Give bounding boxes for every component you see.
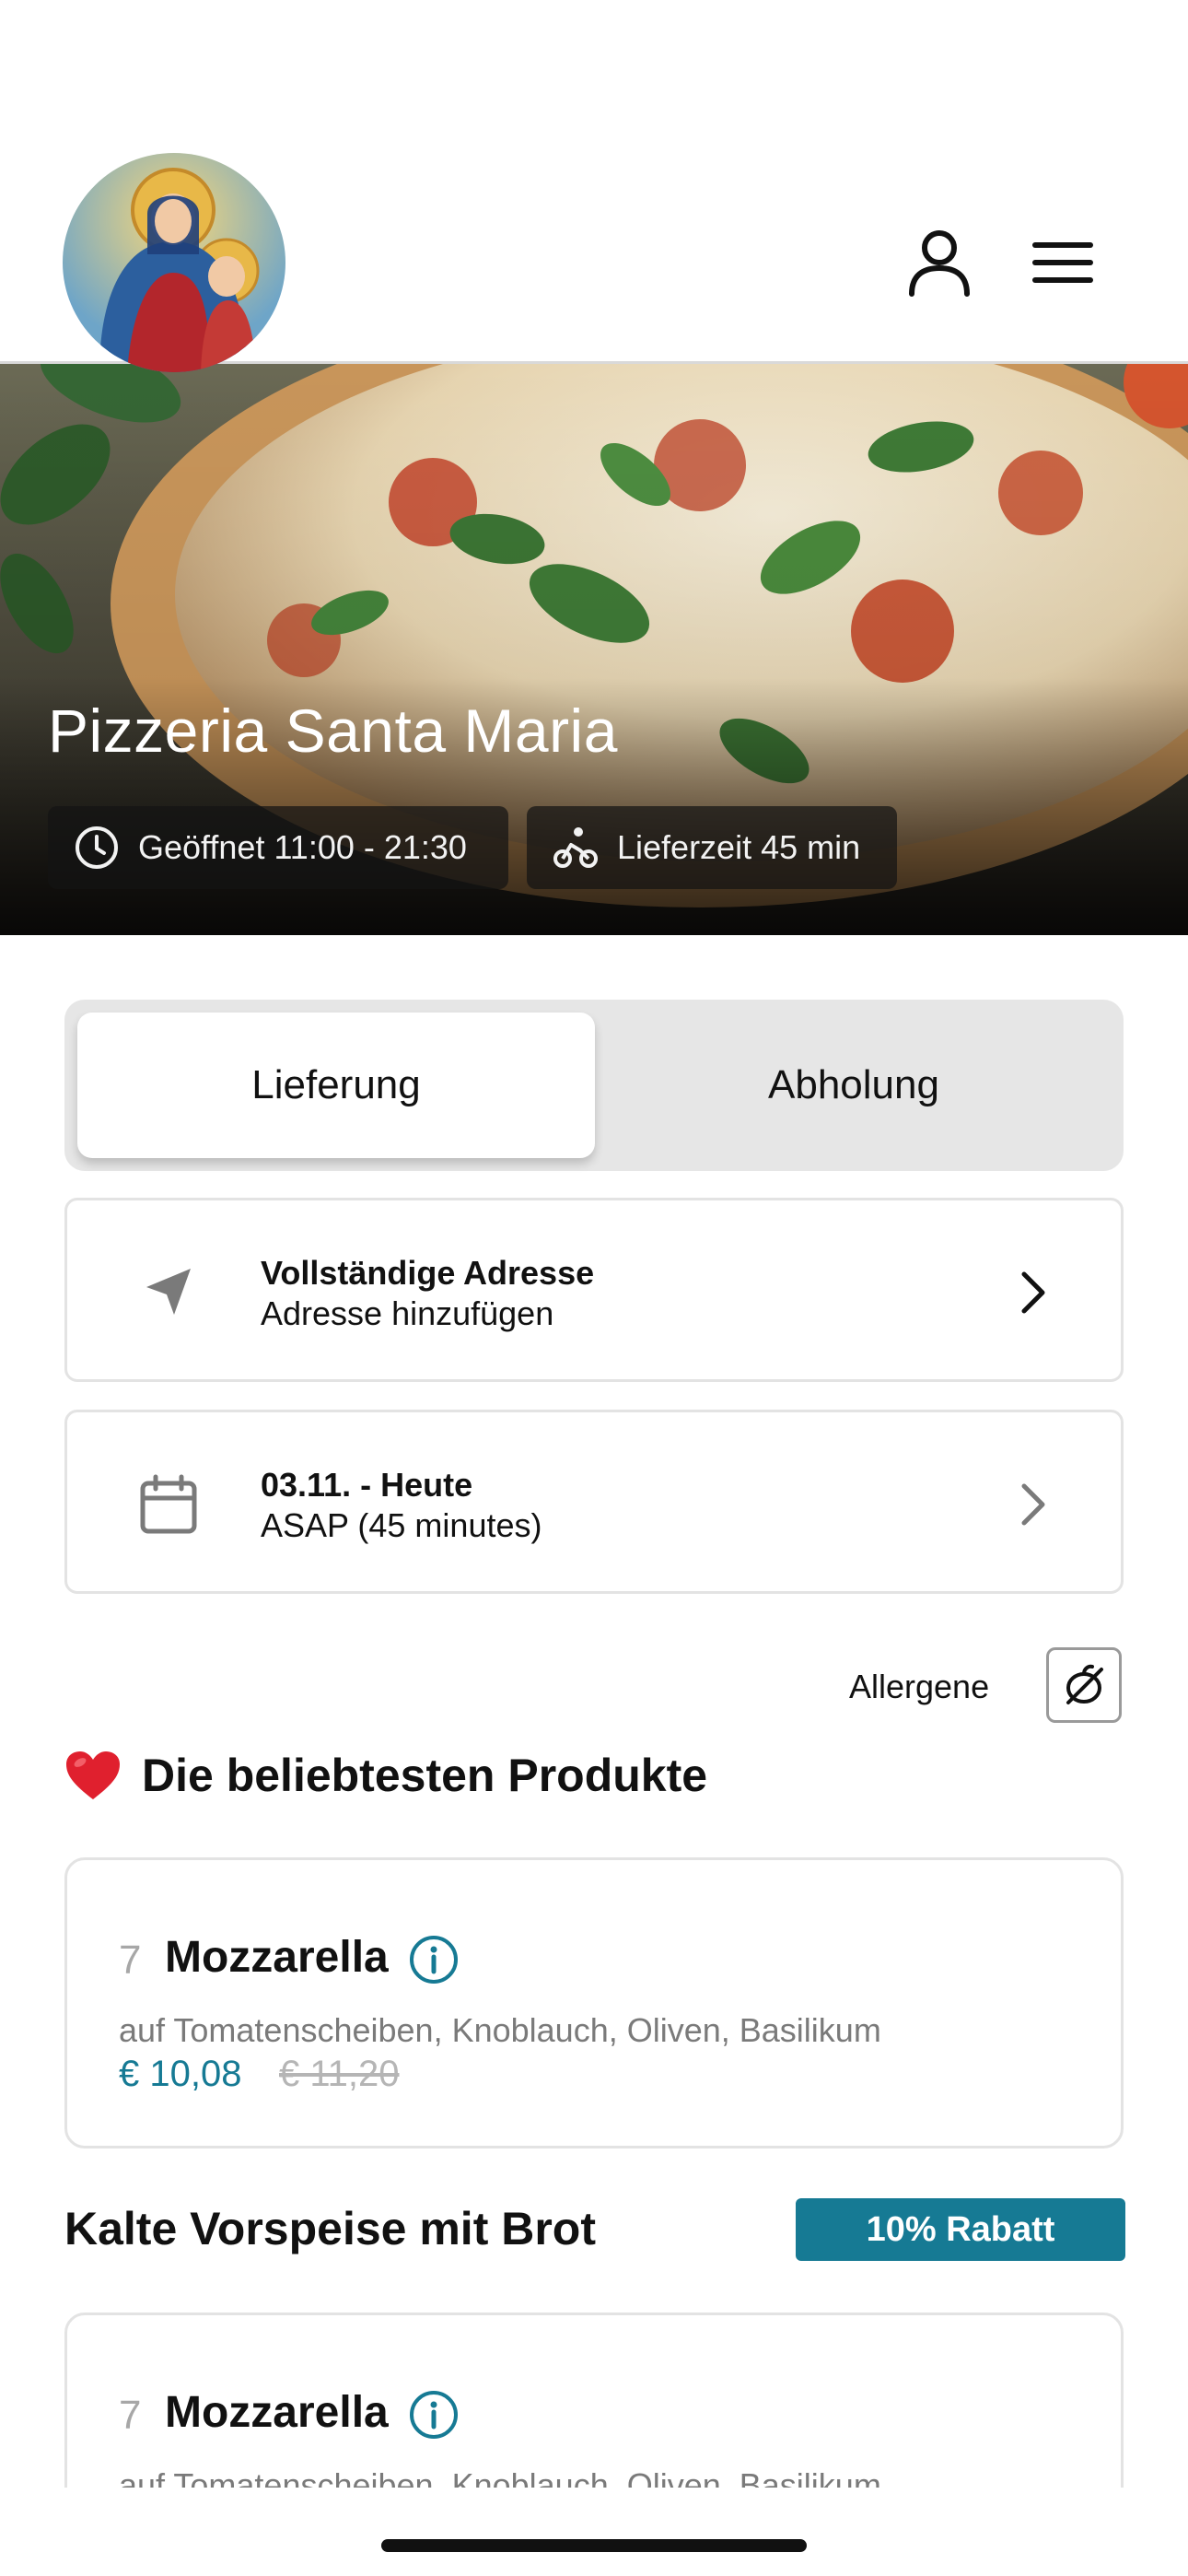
product-name: Mozzarella <box>165 2388 389 2437</box>
allergen-filter-icon <box>1066 1664 1103 1704</box>
address-row[interactable]: Vollständige Adresse Adresse hinzufügen <box>64 1198 1124 1382</box>
address-subtitle: Adresse hinzufügen <box>261 1294 554 1332</box>
product-name: Mozzarella <box>165 1933 389 1982</box>
pickup-tab[interactable]: Abholung <box>595 1013 1112 1158</box>
opening-hours-chip: Geöffnet 11:00 - 21:30 <box>48 806 508 889</box>
home-indicator[interactable] <box>381 2539 807 2552</box>
product-old-price: € 11,20 <box>279 2054 400 2094</box>
discount-badge: 10% Rabatt <box>796 2198 1125 2261</box>
allergens-button[interactable] <box>1046 1647 1122 1723</box>
schedule-title: 03.11. - Heute <box>261 1466 473 1504</box>
popular-section-title: Die beliebtesten Produkte <box>64 1749 707 1802</box>
product-price: € 10,08 <box>119 2054 242 2094</box>
delivery-time-text: Lieferzeit 45 min <box>617 828 861 866</box>
opening-hours-text: Geöffnet 11:00 - 21:30 <box>138 828 467 866</box>
location-arrow-icon <box>132 1256 205 1329</box>
restaurant-logo[interactable] <box>63 153 285 372</box>
hamburger-menu-icon[interactable] <box>1026 226 1100 299</box>
delivery-tab[interactable]: Lieferung <box>77 1013 595 1158</box>
chevron-right-icon <box>1010 1477 1056 1532</box>
category-title: Kalte Vorspeise mit Brot <box>64 2203 597 2254</box>
user-icon[interactable] <box>903 226 976 299</box>
allergens-label: Allergene <box>849 1668 990 1705</box>
restaurant-name: Pizzeria Santa Maria <box>48 697 618 765</box>
product-number: 7 <box>119 1938 142 1983</box>
order-mode-toggle: Lieferung Abholung <box>64 1000 1124 1171</box>
product-description: auf Tomatenscheiben, Knoblauch, Oliven, … <box>119 2011 881 2049</box>
clock-icon <box>76 826 118 869</box>
schedule-subtitle: ASAP (45 minutes) <box>261 1506 542 1544</box>
chevron-right-icon <box>1010 1265 1056 1320</box>
popular-title-text: Die beliebtesten Produkte <box>142 1750 708 1801</box>
delivery-time-chip: Lieferzeit 45 min <box>527 806 897 889</box>
info-icon[interactable] <box>408 2389 460 2441</box>
hero-banner: Pizzeria Santa Maria Geöffnet 11:00 - 21… <box>0 364 1188 935</box>
calendar-icon <box>132 1468 205 1541</box>
product-card[interactable]: 7 Mozzarella auf Tomatenscheiben, Knobla… <box>64 1857 1124 2149</box>
delivery-time-row[interactable]: 03.11. - Heute ASAP (45 minutes) <box>64 1410 1124 1594</box>
address-title: Vollständige Adresse <box>261 1254 595 1292</box>
product-number: 7 <box>119 2393 142 2438</box>
bike-delivery-icon <box>553 827 598 868</box>
bottom-safe-area <box>0 2488 1188 2576</box>
heart-icon <box>64 1750 122 1801</box>
info-icon[interactable] <box>408 1934 460 1985</box>
